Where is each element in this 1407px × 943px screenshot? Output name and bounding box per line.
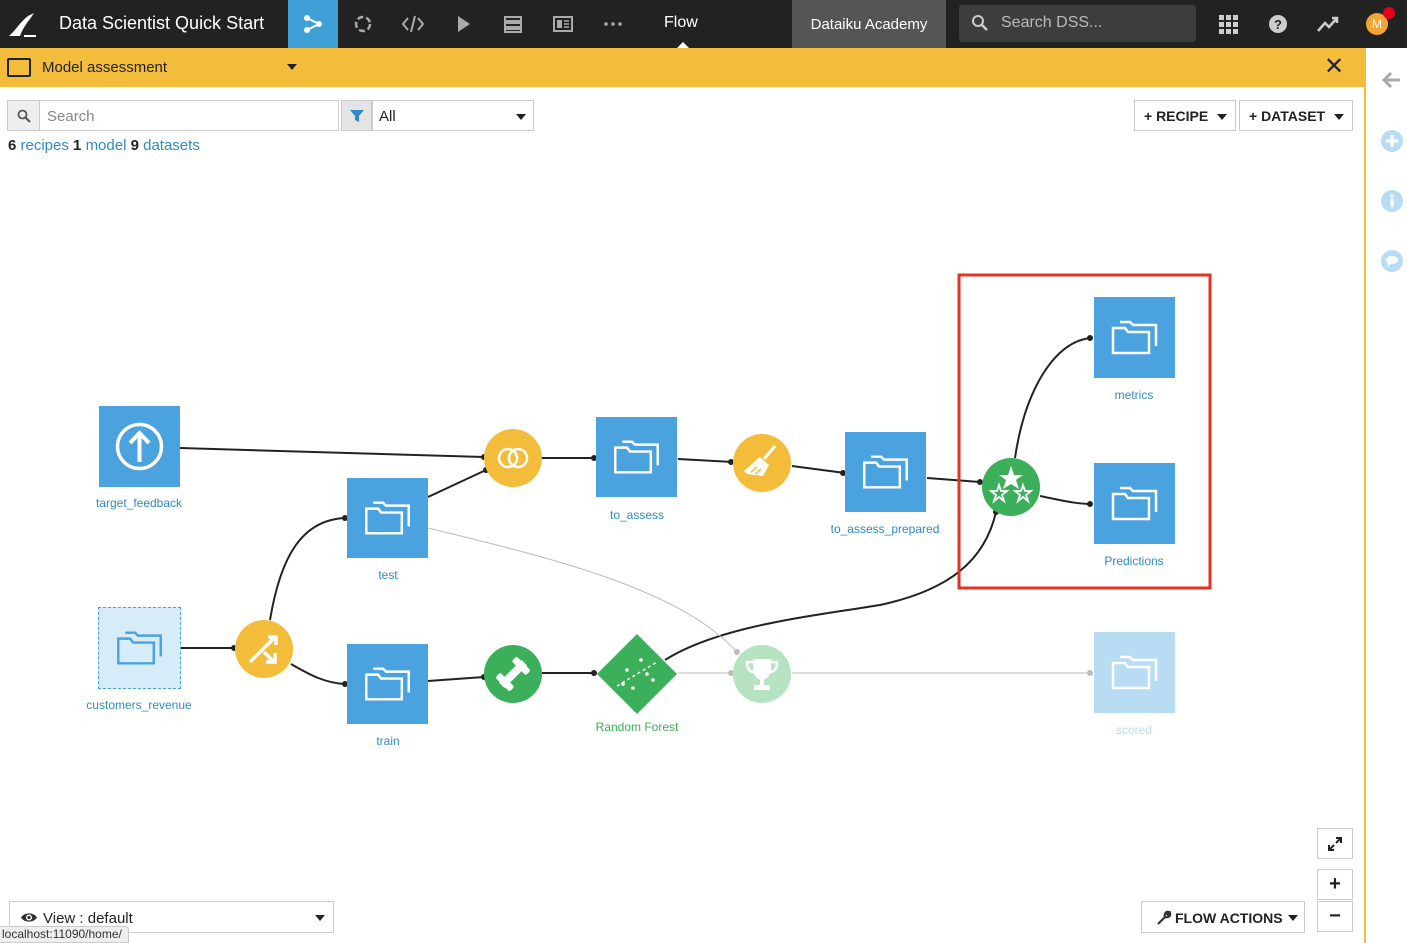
browser-status-url: localhost:11090/home/ — [0, 926, 129, 943]
edge — [677, 458, 734, 463]
recipe-node-train[interactable] — [484, 645, 542, 703]
discussion-icon[interactable] — [1380, 249, 1404, 273]
dataset-node-test[interactable] — [347, 478, 428, 558]
edge — [926, 477, 981, 483]
collapse-arrow-icon[interactable] — [1380, 68, 1404, 92]
dumbbell-icon — [496, 657, 530, 691]
dataset-label-metrics[interactable]: metrics — [1115, 388, 1154, 402]
dataset-node-metrics[interactable] — [1094, 297, 1175, 378]
add-circle-icon[interactable] — [1380, 129, 1404, 153]
dataset-node-predictions[interactable] — [1094, 463, 1175, 544]
trophy-icon — [745, 659, 779, 690]
notification-badge — [1383, 7, 1395, 19]
folder-icon — [863, 455, 908, 489]
recipe-node-prepare[interactable] — [733, 434, 791, 492]
recipe-node-split[interactable] — [235, 620, 293, 678]
fullscreen-button[interactable] — [1317, 828, 1353, 859]
edge — [427, 527, 738, 653]
zoom-out-button[interactable]: − — [1317, 901, 1353, 932]
flow-actions-label: FLOW ACTIONS — [1175, 910, 1283, 926]
edge-port — [1087, 501, 1093, 507]
folder-icon — [1111, 486, 1158, 521]
model-label-random-forest[interactable]: Random Forest — [596, 720, 679, 734]
info-icon[interactable] — [1380, 189, 1404, 213]
dataset-node-target-feedback[interactable] — [99, 406, 180, 487]
edge — [1014, 337, 1093, 459]
right-side-panel — [1364, 48, 1407, 943]
split-icon — [248, 635, 278, 664]
folder-icon — [117, 631, 162, 665]
model-node-random-forest[interactable] — [597, 634, 677, 714]
edge — [427, 469, 487, 498]
view-select-value: View : default — [43, 910, 133, 927]
model-icon — [597, 634, 677, 714]
wrench-icon — [1157, 910, 1172, 925]
dataset-label-scored[interactable]: scored — [1116, 723, 1152, 737]
folder-icon — [1111, 655, 1158, 690]
recipe-node-score[interactable] — [733, 645, 791, 703]
edge-port — [1087, 335, 1093, 341]
flow-actions-button[interactable]: FLOW ACTIONS — [1141, 901, 1305, 933]
edge — [179, 447, 485, 458]
edge — [1039, 495, 1093, 505]
dataset-label-train[interactable]: train — [376, 734, 399, 748]
recipe-node-evaluate[interactable] — [982, 458, 1040, 516]
dataset-label-to-assess-prepared[interactable]: to_assess_prepared — [831, 522, 940, 536]
edge — [269, 517, 346, 621]
dataset-node-scored[interactable] — [1094, 632, 1175, 713]
dataset-node-to-assess-prepared[interactable] — [845, 432, 926, 512]
broom-icon — [744, 445, 777, 476]
folder-icon — [365, 501, 410, 535]
folder-icon — [1111, 320, 1158, 355]
eye-icon — [21, 913, 37, 922]
expand-icon — [1328, 836, 1342, 851]
edge — [290, 663, 346, 685]
dataset-node-to-assess[interactable] — [596, 417, 677, 497]
edge — [427, 676, 485, 682]
dataset-node-train[interactable] — [347, 644, 428, 724]
evaluate-stars-icon — [988, 466, 1034, 504]
upload-icon — [115, 422, 164, 471]
edge — [791, 465, 846, 474]
zoom-in-button[interactable]: + — [1317, 869, 1353, 900]
chevron-down-icon — [315, 915, 325, 921]
folder-icon — [614, 440, 659, 474]
chevron-down-icon — [1288, 915, 1298, 921]
dataset-label-customers-revenue[interactable]: customers_revenue — [86, 698, 191, 712]
dataset-label-target-feedback[interactable]: target_feedback — [96, 496, 182, 510]
folder-icon — [365, 667, 410, 701]
dataset-label-predictions[interactable]: Predictions — [1104, 554, 1163, 568]
edge-port — [1087, 670, 1093, 676]
dataset-label-test[interactable]: test — [378, 568, 397, 582]
recipe-node-join[interactable] — [484, 429, 542, 487]
join-icon — [497, 447, 529, 469]
dataset-node-customers-revenue[interactable] — [98, 607, 181, 689]
dataset-label-to-assess[interactable]: to_assess — [610, 508, 664, 522]
